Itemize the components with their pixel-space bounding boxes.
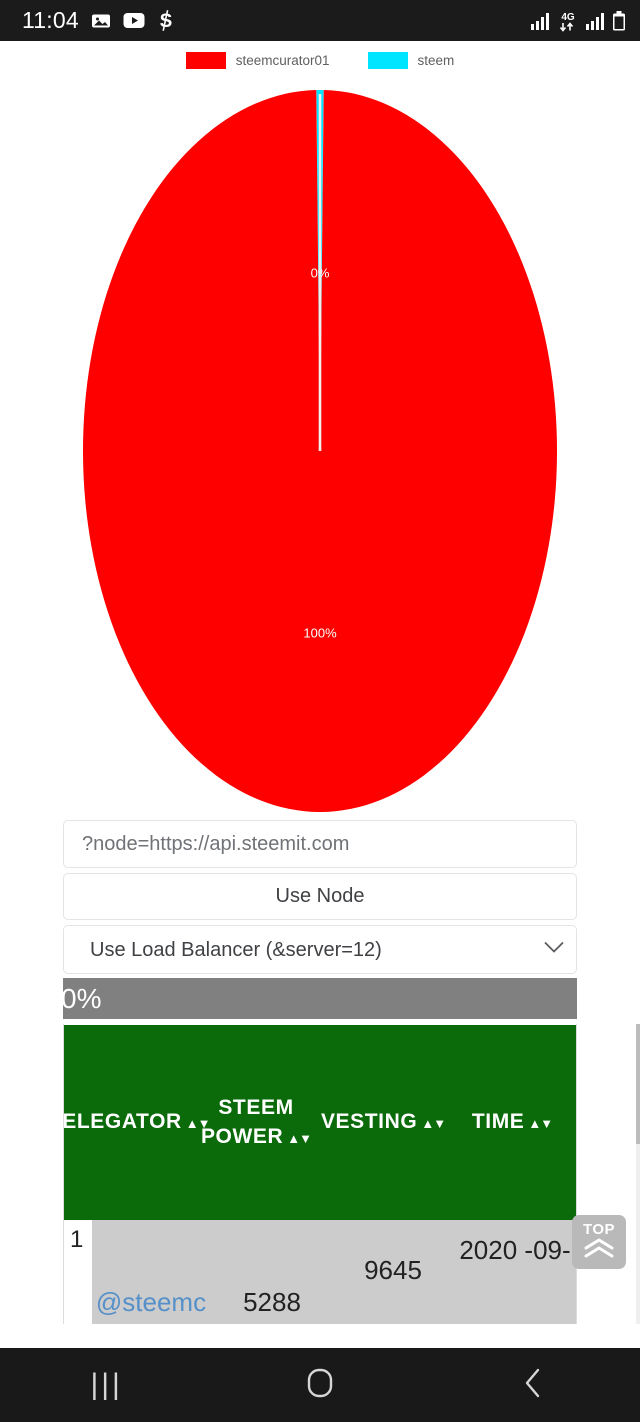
column-header-vesting[interactable]: VESTING ▲▼ bbox=[320, 1025, 446, 1220]
vertical-scrollbar-thumb[interactable] bbox=[636, 1024, 640, 1144]
sort-arrows-vesting[interactable]: ▲▼ bbox=[421, 1116, 446, 1131]
row-index: 1 bbox=[64, 1220, 92, 1324]
column-header-delegator[interactable]: DELEGATOR▲▼ bbox=[63, 1025, 211, 1220]
gallery-icon bbox=[91, 11, 111, 31]
node-input[interactable] bbox=[63, 820, 577, 868]
table-row[interactable]: 1 @steemc 5288 9645 2020 -09- bbox=[64, 1220, 576, 1324]
table-body: 1 @steemc 5288 9645 2020 -09- bbox=[64, 1220, 576, 1324]
sort-arrows-time[interactable]: ▲▼ bbox=[528, 1116, 553, 1131]
pie-chart[interactable]: 0% 100% bbox=[0, 88, 640, 816]
signal-bars-icon bbox=[531, 12, 550, 30]
nav-recents-button[interactable]: ||| bbox=[57, 1348, 157, 1422]
phone-screen: 11:04 S 4G bbox=[0, 0, 640, 1422]
pie-chart-canvas[interactable]: 0% 100% bbox=[83, 90, 557, 812]
cell-time-text: 2020 -09- bbox=[459, 1235, 571, 1265]
status-clock: 11:04 bbox=[22, 7, 79, 33]
status-bar: 11:04 S 4G bbox=[0, 0, 640, 41]
cell-delegator[interactable]: @steemc bbox=[92, 1220, 210, 1324]
load-balancer-select-wrap[interactable]: Use Load Balancer (&server=12) bbox=[63, 925, 577, 974]
table-header-row: DELEGATOR▲▼ STEEM POWER▲▼ VESTING▲▼ TIME… bbox=[63, 1024, 576, 1220]
legend-item-steemcurator01[interactable]: steemcurator01 bbox=[185, 52, 330, 69]
battery-icon bbox=[612, 10, 626, 31]
scroll-to-top-label: TOP bbox=[582, 1220, 616, 1238]
legend-item-steem[interactable]: steem bbox=[367, 52, 455, 69]
cell-steem-power: 5288 bbox=[243, 1287, 301, 1317]
recents-icon: ||| bbox=[90, 1368, 123, 1401]
load-balancer-select[interactable]: Use Load Balancer (&server=12) bbox=[63, 925, 577, 974]
pie-label-steemcurator01: 100% bbox=[303, 625, 337, 641]
column-header-time[interactable]: TIME ▲▼ bbox=[446, 1025, 576, 1220]
signal-bars-2-icon bbox=[586, 12, 605, 30]
legend-swatch-steemcurator01 bbox=[185, 52, 226, 69]
home-icon bbox=[306, 1367, 334, 1404]
4g-data-icon: 4G bbox=[557, 10, 579, 32]
cell-time: 2020 -09- bbox=[452, 1220, 576, 1324]
cell-vesting: 9645 bbox=[364, 1255, 422, 1285]
column-header-delegator-label: DELEGATOR bbox=[63, 1110, 182, 1133]
steem-icon: S bbox=[157, 10, 175, 31]
node-form: Use Node Use Load Balancer (&server=12) bbox=[63, 820, 577, 974]
status-bar-right: 4G bbox=[531, 10, 626, 32]
legend-swatch-steem bbox=[367, 52, 408, 69]
sort-arrows-steem-power[interactable]: ▲▼ bbox=[287, 1131, 312, 1146]
column-header-vesting-label: VESTING bbox=[320, 1110, 418, 1133]
progress-label: 0% bbox=[61, 982, 102, 1014]
legend-label-steem: steem bbox=[417, 53, 455, 68]
chart-legend: steemcurator01 steem bbox=[0, 52, 640, 69]
youtube-icon bbox=[123, 12, 145, 29]
pie-label-steem: 0% bbox=[310, 265, 330, 281]
nav-back-button[interactable] bbox=[483, 1348, 583, 1422]
column-header-steem-power[interactable]: STEEM POWER ▲▼ bbox=[192, 1025, 320, 1220]
column-header-time-label: TIME bbox=[471, 1110, 525, 1133]
svg-text:4G: 4G bbox=[561, 12, 575, 23]
double-chevron-up-icon bbox=[583, 1238, 615, 1263]
android-nav-bar: ||| bbox=[0, 1348, 640, 1422]
column-header-steem-power-label: STEEM POWER bbox=[200, 1095, 294, 1148]
legend-label-steemcurator01: steemcurator01 bbox=[235, 53, 330, 68]
pie-chart-svg bbox=[83, 90, 557, 812]
nav-home-button[interactable] bbox=[270, 1348, 370, 1422]
back-icon bbox=[522, 1367, 544, 1404]
delegator-link[interactable]: @steemc bbox=[96, 1280, 206, 1324]
use-node-button[interactable]: Use Node bbox=[63, 873, 577, 920]
status-bar-left: 11:04 S bbox=[22, 7, 175, 34]
scroll-to-top-button[interactable]: TOP bbox=[572, 1215, 626, 1269]
delegations-table[interactable]: DELEGATOR▲▼ STEEM POWER▲▼ VESTING▲▼ TIME… bbox=[63, 1024, 577, 1324]
progress-bar: 0% bbox=[61, 978, 577, 1019]
